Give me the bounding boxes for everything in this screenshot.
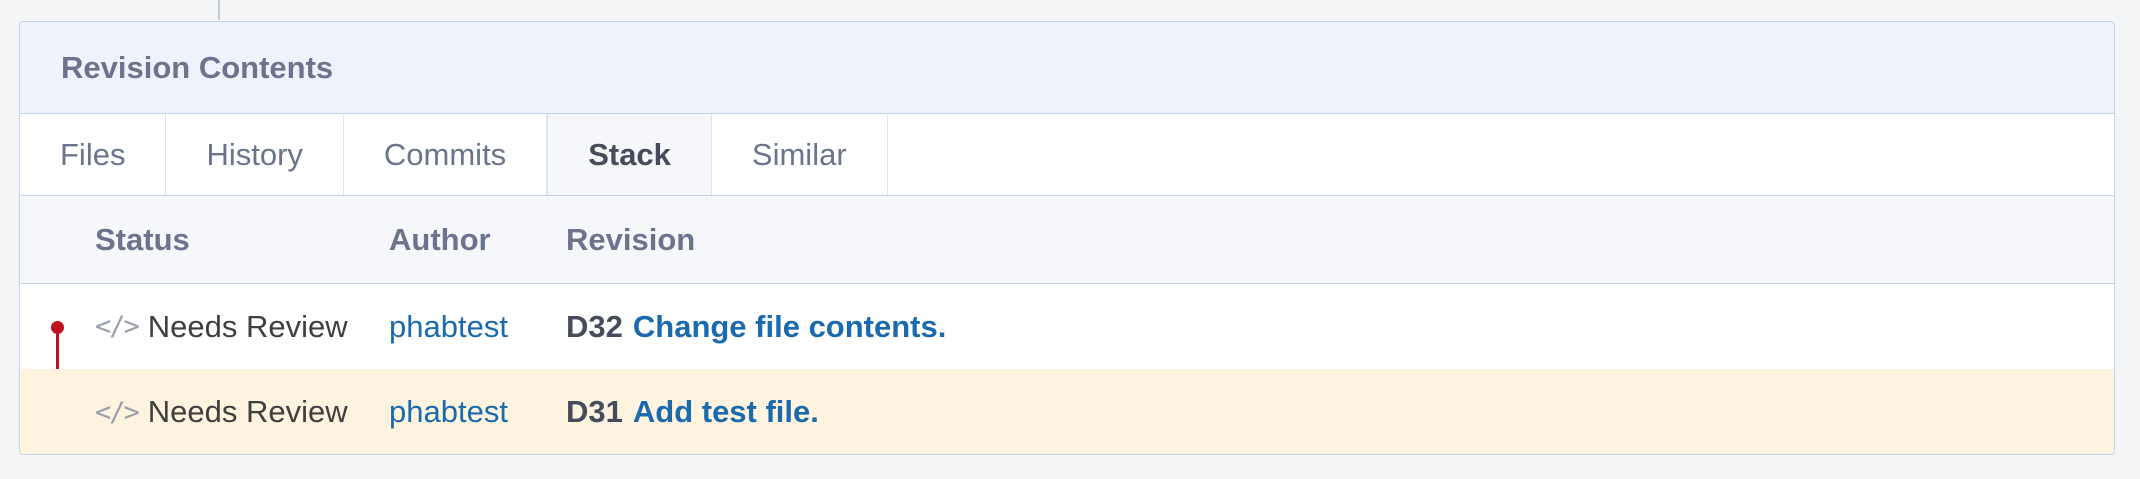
tab-bar: Files History Commits Stack Similar (20, 114, 2114, 196)
tab-history[interactable]: History (166, 114, 344, 195)
panel-header: Revision Contents (20, 22, 2114, 114)
column-header-author: Author (389, 222, 491, 257)
tab-similar[interactable]: Similar (712, 114, 888, 195)
tab-stack[interactable]: Stack (547, 114, 712, 195)
author-cell: phabtest (389, 369, 508, 454)
author-cell: phabtest (389, 284, 508, 369)
table-row: </> Needs Review phabtest D32 Change fil… (20, 284, 2114, 369)
revision-title-link[interactable]: Change file contents. (633, 309, 946, 345)
author-link[interactable]: phabtest (389, 309, 508, 345)
revision-contents-panel: Revision Contents Files History Commits … (19, 21, 2115, 455)
table-body: </> Needs Review phabtest D32 Change fil… (20, 284, 2114, 454)
column-header-status: Status (95, 222, 190, 257)
panel-title: Revision Contents (61, 49, 334, 85)
table-header: Status Author Revision (20, 196, 2114, 284)
revision-id: D32 (566, 308, 623, 344)
tab-commits[interactable]: Commits (344, 114, 548, 195)
tab-files[interactable]: Files (20, 114, 167, 195)
code-icon: </> (95, 396, 140, 428)
revision-cell: D31 Add test file. (566, 369, 819, 454)
status-cell: </> Needs Review (95, 369, 348, 454)
revision-title-link[interactable]: Add test file. (633, 394, 819, 430)
timeline-connector (218, 0, 220, 20)
revision-cell: D32 Change file contents. (566, 284, 946, 369)
code-icon: </> (95, 311, 140, 342)
status-text: Needs Review (147, 394, 348, 429)
revision-id: D31 (566, 394, 623, 429)
table-row-current: </> Needs Review phabtest D31 Add test f… (20, 369, 2114, 454)
page: Revision Contents Files History Commits … (0, 0, 2140, 479)
status-text: Needs Review (147, 308, 348, 344)
column-header-revision: Revision (566, 222, 696, 257)
author-link[interactable]: phabtest (389, 394, 508, 430)
status-cell: </> Needs Review (95, 284, 348, 369)
